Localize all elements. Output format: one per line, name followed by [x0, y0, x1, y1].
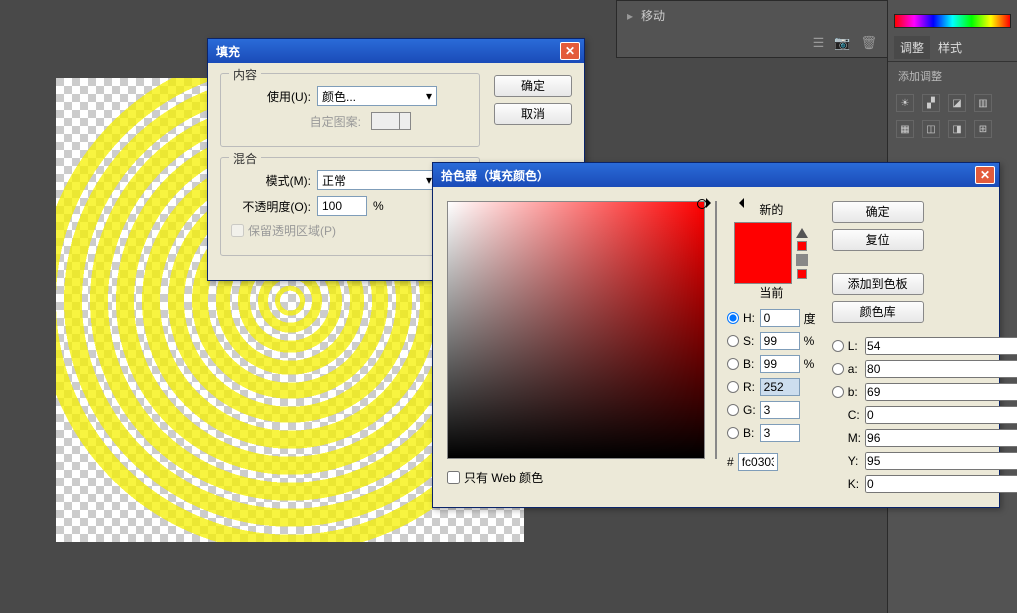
panel-menu-icon[interactable]: ☰ — [813, 35, 825, 51]
saturation-value-field[interactable] — [447, 201, 705, 459]
camera-icon[interactable]: 📷 — [834, 35, 850, 51]
close-icon[interactable]: ✕ — [560, 42, 580, 60]
adjust-icon[interactable]: ☀ — [896, 94, 914, 112]
s-input[interactable] — [760, 332, 800, 350]
chevron-down-icon: ▾ — [426, 89, 432, 103]
k-input[interactable] — [865, 475, 1017, 493]
new-label: 新的 — [759, 201, 783, 218]
adjust-icon[interactable]: ▞ — [922, 94, 940, 112]
websafe-warning-icon[interactable] — [796, 254, 808, 266]
pattern-swatch[interactable] — [371, 112, 411, 130]
panel-subtitle: 添加调整 — [888, 62, 1017, 90]
websafe-swatch[interactable] — [797, 269, 807, 279]
gamut-warning-icon[interactable] — [796, 222, 808, 238]
a-input[interactable] — [865, 360, 1017, 378]
h-input[interactable] — [760, 309, 800, 327]
blend-legend: 混合 — [229, 150, 261, 167]
color-library-button[interactable]: 颜色库 — [832, 301, 924, 323]
tab-styles[interactable]: 样式 — [932, 36, 968, 59]
lab-b-input[interactable] — [865, 383, 1017, 401]
preserve-transparency-checkbox — [231, 224, 244, 237]
gamut-swatch[interactable] — [797, 241, 807, 251]
current-label: 当前 — [759, 284, 783, 301]
hex-label: # — [727, 455, 734, 469]
adjust-icon[interactable]: ⊞ — [974, 120, 992, 138]
adjust-icon[interactable]: ◨ — [948, 120, 966, 138]
add-swatch-button[interactable]: 添加到色板 — [832, 273, 924, 295]
m-input[interactable] — [865, 429, 1017, 447]
adjust-icon[interactable]: ◫ — [922, 120, 940, 138]
close-icon[interactable]: ✕ — [975, 166, 995, 184]
tab-adjustments[interactable]: 调整 — [894, 36, 930, 59]
g-input[interactable] — [760, 401, 800, 419]
opacity-unit: % — [373, 199, 384, 213]
use-label: 使用(U): — [231, 88, 311, 105]
hue-slider[interactable] — [715, 201, 717, 459]
c-input[interactable] — [865, 406, 1017, 424]
color-spectrum[interactable] — [894, 14, 1011, 28]
opacity-label: 不透明度(O): — [231, 198, 311, 215]
l-radio[interactable] — [832, 340, 844, 352]
b2-radio[interactable] — [727, 427, 739, 439]
g-radio[interactable] — [727, 404, 739, 416]
s-radio[interactable] — [727, 335, 739, 347]
preserve-label: 保留透明区域(P) — [248, 222, 336, 239]
adjust-icon[interactable]: ▥ — [974, 94, 992, 112]
mode-select[interactable]: 正常 ▾ — [317, 170, 437, 190]
use-select[interactable]: 颜色... ▾ — [317, 86, 437, 106]
reset-button[interactable]: 复位 — [832, 229, 924, 251]
collapse-icon[interactable]: ▸ — [627, 9, 633, 23]
web-colors-checkbox[interactable] — [447, 471, 460, 484]
picker-title: 拾色器（填充颜色） — [441, 167, 975, 184]
y-input[interactable] — [865, 452, 1017, 470]
trash-icon[interactable]: 🗑 — [860, 35, 877, 51]
ok-button[interactable]: 确定 — [832, 201, 924, 223]
a-radio[interactable] — [832, 363, 844, 375]
content-legend: 内容 — [229, 66, 261, 83]
cancel-button[interactable]: 取消 — [494, 103, 572, 125]
hex-input[interactable] — [738, 453, 778, 471]
r-input[interactable] — [760, 378, 800, 396]
custom-pattern-label: 自定图案: — [231, 113, 361, 130]
l-input[interactable] — [865, 337, 1017, 355]
adjust-icon[interactable]: ▦ — [896, 120, 914, 138]
color-picker-dialog: 拾色器（填充颜色） ✕ 只有 Web 颜色 新的 — [432, 162, 1000, 508]
adjust-icon[interactable]: ◪ — [948, 94, 966, 112]
tool-options-panel: ▸ 移动 ☰ 📷 🗑 — [616, 0, 888, 58]
new-current-swatch[interactable] — [734, 222, 792, 284]
fill-dialog-title: 填充 — [216, 43, 560, 60]
mode-label: 模式(M): — [231, 172, 311, 189]
ok-button[interactable]: 确定 — [494, 75, 572, 97]
fill-dialog-titlebar[interactable]: 填充 ✕ — [208, 39, 584, 63]
web-colors-label: 只有 Web 颜色 — [464, 469, 543, 486]
lab-b-radio[interactable] — [832, 386, 844, 398]
b-radio[interactable] — [727, 358, 739, 370]
tool-name: 移动 — [641, 7, 665, 24]
b2-input[interactable] — [760, 424, 800, 442]
sv-cursor — [697, 199, 707, 209]
h-radio[interactable] — [727, 312, 739, 324]
opacity-input[interactable] — [317, 196, 367, 216]
r-radio[interactable] — [727, 381, 739, 393]
picker-titlebar[interactable]: 拾色器（填充颜色） ✕ — [433, 163, 999, 187]
b-input[interactable] — [760, 355, 800, 373]
